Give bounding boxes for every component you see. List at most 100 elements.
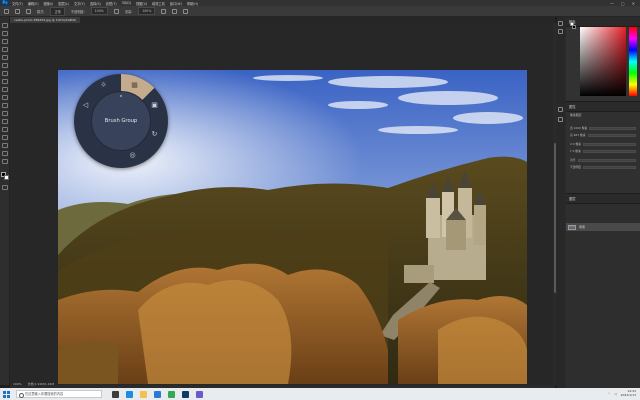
flow-label: 流量: bbox=[124, 9, 133, 14]
prop-row: X 0 像素 bbox=[570, 142, 636, 146]
properties-panel: 属性 像素图层 宽 1000 像素 高 667 像素 X 0 像素 Y 0 像素… bbox=[566, 101, 640, 193]
taskbar-apps bbox=[112, 390, 203, 398]
menu-item-filter[interactable]: 滤镜(T) bbox=[106, 1, 117, 6]
hand-tool-icon[interactable] bbox=[2, 159, 8, 164]
prop-label: 不透明度 bbox=[570, 165, 582, 169]
taskbar-clock[interactable]: 14:43 2022/1/13 bbox=[621, 390, 636, 397]
mail-icon[interactable] bbox=[154, 390, 161, 398]
system-tray: ⌃ ◁ 14:43 2022/1/13 bbox=[608, 390, 636, 397]
type-tool-icon[interactable] bbox=[2, 151, 8, 156]
menu-item-3d[interactable]: 3D(D) bbox=[122, 1, 131, 6]
minimize-button[interactable]: — bbox=[610, 1, 614, 6]
brush-preset-icon[interactable] bbox=[15, 8, 20, 14]
radial-center[interactable]: Brush Group bbox=[91, 91, 151, 151]
prop-row: 高 667 像素 bbox=[570, 133, 636, 137]
edge-browser-icon[interactable] bbox=[126, 390, 133, 398]
brightness-icon[interactable]: ☼ bbox=[99, 81, 108, 90]
background-color-swatch[interactable] bbox=[4, 175, 9, 180]
file-explorer-icon[interactable] bbox=[140, 390, 147, 398]
mode-select[interactable]: 正常 bbox=[50, 6, 65, 16]
prop-input[interactable] bbox=[583, 165, 636, 169]
flow-input[interactable]: 100% bbox=[138, 7, 156, 15]
pressure-opacity-icon[interactable] bbox=[113, 8, 119, 14]
layer-row-background[interactable]: 背景 bbox=[566, 223, 640, 231]
volume-icon[interactable]: ◁ bbox=[81, 101, 90, 110]
menu-item-image[interactable]: 图像(I) bbox=[44, 1, 54, 6]
app-icon[interactable] bbox=[196, 390, 203, 398]
brush-tool-icon[interactable] bbox=[2, 87, 8, 92]
hue-slider[interactable] bbox=[629, 27, 637, 96]
windows-start-icon[interactable] bbox=[3, 390, 10, 398]
menu-item-help[interactable]: 帮助(H) bbox=[187, 1, 198, 6]
frame-icon[interactable]: ▣ bbox=[150, 101, 159, 110]
menu-item-select[interactable]: 选择(S) bbox=[90, 1, 101, 6]
home-icon[interactable] bbox=[4, 8, 9, 14]
gradient-tool-icon[interactable] bbox=[2, 119, 8, 124]
vertical-scroll-thumb[interactable] bbox=[554, 143, 556, 293]
move-tool-icon[interactable] bbox=[2, 23, 8, 28]
prop-row: 不透明度 bbox=[570, 165, 636, 169]
menu-item-type[interactable]: 文字(Y) bbox=[74, 1, 85, 6]
layers-panel-title[interactable]: 图层 bbox=[566, 194, 640, 204]
opacity-input[interactable]: 100% bbox=[90, 7, 108, 15]
document-info: 文档:1.91M/1.91M bbox=[27, 382, 55, 386]
brush-settings-icon[interactable] bbox=[26, 8, 31, 14]
history-panel-icon[interactable] bbox=[558, 21, 563, 26]
eraser-tool-icon[interactable] bbox=[2, 111, 8, 116]
menu-item-plugins[interactable]: 增效工具 bbox=[152, 1, 165, 6]
prop-input[interactable] bbox=[577, 158, 636, 162]
prop-label: X 0 像素 bbox=[570, 142, 582, 146]
menu-item-edit[interactable]: 编辑(E) bbox=[28, 1, 39, 6]
crop-tool-icon[interactable] bbox=[2, 55, 8, 60]
airbrush-icon[interactable] bbox=[161, 8, 167, 14]
maximize-button[interactable]: ▢ bbox=[621, 1, 625, 6]
menu-item-view[interactable]: 视图(V) bbox=[136, 1, 147, 6]
color-bg-swatch[interactable] bbox=[572, 25, 576, 29]
zoom-level[interactable]: 100% bbox=[13, 382, 22, 387]
menu-item-layer[interactable]: 图层(L) bbox=[58, 1, 69, 6]
libraries-panel-icon[interactable] bbox=[558, 117, 563, 122]
radial-brush-menu[interactable]: ☼ ▦ ▣ ↻ ◎ ◁ Brush Group bbox=[74, 74, 168, 168]
tools-panel bbox=[0, 17, 10, 385]
frame-tool-icon[interactable] bbox=[2, 63, 8, 68]
prop-row: 对齐 bbox=[570, 158, 636, 162]
prop-input[interactable] bbox=[583, 142, 636, 146]
menu-item-window[interactable]: 窗口(W) bbox=[170, 1, 182, 6]
prop-input[interactable] bbox=[587, 133, 636, 137]
photoshop-taskbar-icon[interactable] bbox=[182, 390, 189, 398]
healing-tool-icon[interactable] bbox=[2, 79, 8, 84]
prop-label: 高 667 像素 bbox=[570, 133, 586, 137]
swatches-panel-icon[interactable] bbox=[558, 29, 563, 34]
symmetry-icon[interactable] bbox=[183, 8, 189, 14]
taskbar-search-input[interactable]: 在这里输入你要搜索的内容 bbox=[16, 390, 102, 398]
pen-tool-icon[interactable] bbox=[2, 143, 8, 148]
prop-label: 宽 1000 像素 bbox=[570, 126, 588, 130]
chrome-icon[interactable] bbox=[168, 390, 175, 398]
network-icon[interactable]: ⌃ bbox=[608, 392, 611, 396]
blur-tool-icon[interactable] bbox=[2, 127, 8, 132]
quick-select-tool-icon[interactable] bbox=[2, 47, 8, 52]
smoothing-icon[interactable] bbox=[172, 8, 178, 14]
prop-row: Y 0 像素 bbox=[570, 149, 636, 153]
grid-icon[interactable]: ▦ bbox=[130, 81, 139, 90]
close-button[interactable]: ✕ bbox=[632, 1, 635, 6]
menu-item-file[interactable]: 文件(F) bbox=[12, 1, 23, 6]
properties-panel-title[interactable]: 属性 bbox=[566, 102, 640, 112]
layers-icon[interactable]: ◎ bbox=[128, 151, 137, 160]
history-brush-tool-icon[interactable] bbox=[2, 103, 8, 108]
volume-tray-icon[interactable]: ◁ bbox=[614, 392, 616, 396]
lasso-tool-icon[interactable] bbox=[2, 39, 8, 44]
stamp-tool-icon[interactable] bbox=[2, 95, 8, 100]
color-panel-title[interactable]: 颜色 bbox=[566, 17, 640, 27]
dodge-tool-icon[interactable] bbox=[2, 135, 8, 140]
canvas-area[interactable] bbox=[10, 23, 555, 385]
prop-input[interactable] bbox=[589, 126, 636, 130]
task-view-icon[interactable] bbox=[112, 390, 119, 398]
history-icon[interactable]: ↻ bbox=[150, 130, 159, 139]
color-picker-field[interactable] bbox=[580, 27, 626, 96]
quick-mask-icon[interactable] bbox=[2, 185, 8, 190]
adjustments-panel-icon[interactable] bbox=[558, 107, 563, 112]
prop-input[interactable] bbox=[582, 149, 636, 153]
eyedropper-tool-icon[interactable] bbox=[2, 71, 8, 76]
marquee-tool-icon[interactable] bbox=[2, 31, 8, 36]
